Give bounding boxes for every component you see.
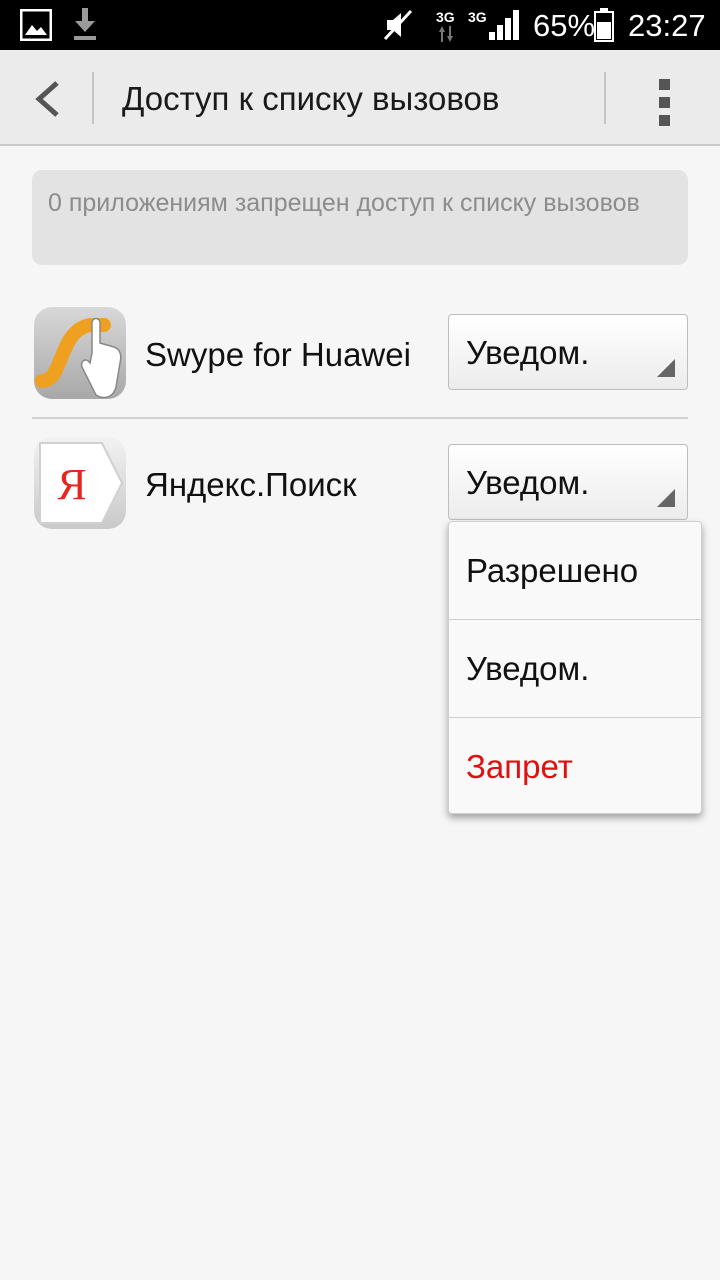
app-name: Яндекс.Поиск <box>145 466 357 503</box>
permission-spinner[interactable]: Уведом. <box>448 314 688 390</box>
network-type-1: 3G <box>436 9 455 25</box>
option-notify[interactable]: Уведом. <box>449 620 701 717</box>
battery-icon <box>594 8 614 47</box>
network-type-2: 3G <box>468 9 487 25</box>
permission-dropdown: Разрешено Уведом. Запрет <box>448 521 702 814</box>
chevron-left-icon <box>32 80 62 123</box>
option-deny[interactable]: Запрет <box>449 718 701 815</box>
download-icon <box>72 8 98 47</box>
clock: 23:27 <box>628 8 706 43</box>
status-bar: 3G 3G 65% 23:27 <box>0 0 720 50</box>
yandex-icon-letter: Я <box>57 460 86 509</box>
overflow-menu-button[interactable] <box>608 50 720 144</box>
image-icon <box>19 8 53 46</box>
permission-spinner[interactable]: Уведом. <box>448 444 688 520</box>
spinner-value: Уведом. <box>466 464 590 501</box>
action-bar-divider <box>604 72 606 124</box>
option-allowed[interactable]: Разрешено <box>449 522 701 619</box>
swype-icon <box>34 307 126 399</box>
action-bar-divider <box>92 72 94 124</box>
mute-icon <box>382 9 414 46</box>
app-name: Swype for Huawei <box>145 336 411 373</box>
dropdown-arrow-icon <box>657 489 675 507</box>
data-activity-icon <box>439 26 453 47</box>
page-title: Доступ к списку вызовов <box>122 80 500 117</box>
blocked-count-banner: 0 приложениям запрещен доступ к списку в… <box>32 170 688 265</box>
list-divider <box>32 417 688 419</box>
back-button[interactable] <box>0 50 92 144</box>
spinner-value: Уведом. <box>466 334 590 371</box>
dropdown-arrow-icon <box>657 359 675 377</box>
battery-percent: 65% <box>533 8 596 43</box>
action-bar: Доступ к списку вызовов <box>0 50 720 146</box>
app-row-swype: Swype for Huawei Уведом. <box>32 300 688 410</box>
signal-icon <box>489 10 521 45</box>
yandex-icon: Я <box>34 437 126 529</box>
